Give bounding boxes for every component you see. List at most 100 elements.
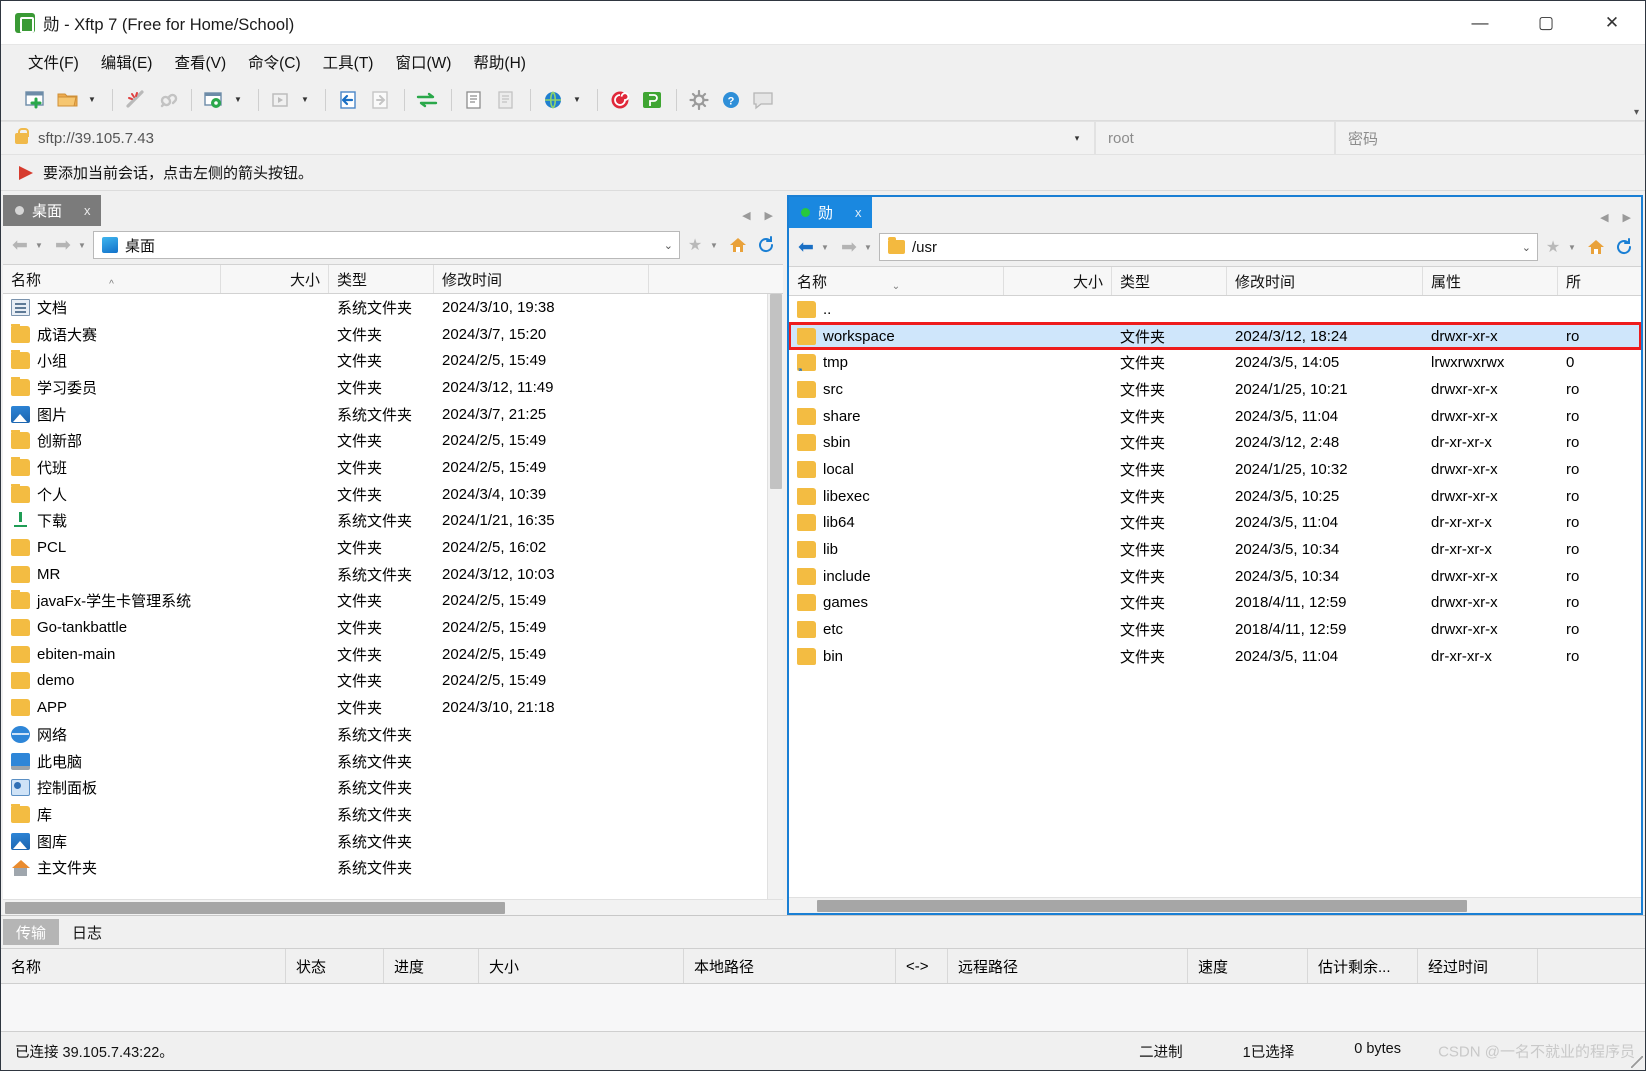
remote-home-icon[interactable] <box>1583 234 1609 260</box>
menu-window[interactable]: 窗口(W) <box>384 47 462 77</box>
local-vertical-scrollbar[interactable] <box>767 294 783 899</box>
remote-col-size[interactable]: 大小 <box>1004 267 1112 295</box>
link-icon[interactable] <box>152 85 182 115</box>
remote-tab-session[interactable]: 勋 x <box>789 197 872 228</box>
remote-col-attr[interactable]: 属性 <box>1423 267 1558 295</box>
transfer-col-header[interactable]: 经过时间 <box>1418 949 1538 983</box>
new-session-icon[interactable] <box>21 85 51 115</box>
table-row[interactable]: sbin 文件夹 2024/3/12, 2:48 dr-xr-xr-x ro <box>789 429 1641 456</box>
tab-scroll-left-icon[interactable]: ◀ <box>742 209 750 222</box>
local-path-chevron-icon[interactable]: ⌄ <box>664 239 673 252</box>
remote-back-icon[interactable]: ⬅ <box>793 234 819 260</box>
transfer-col-header[interactable]: 估计剩余... <box>1308 949 1418 983</box>
table-row[interactable]: lib 文件夹 2024/3/5, 10:34 dr-xr-xr-x ro <box>789 536 1641 563</box>
transfer-col-header[interactable]: 进度 <box>384 949 479 983</box>
menu-view[interactable]: 查看(V) <box>163 47 237 77</box>
remote-forward-caret[interactable]: ▼ <box>864 243 877 252</box>
table-row[interactable]: share 文件夹 2024/3/5, 11:04 drwxr-xr-x ro <box>789 403 1641 430</box>
local-col-type[interactable]: 类型 <box>329 265 434 293</box>
help-icon[interactable]: ? <box>716 85 746 115</box>
table-row[interactable]: Go-tankbattle 文件夹 2024/2/5, 15:49 <box>3 614 783 641</box>
local-refresh-icon[interactable] <box>753 232 779 258</box>
minimize-button[interactable]: — <box>1447 1 1513 44</box>
table-row[interactable]: local 文件夹 2024/1/25, 10:32 drwxr-xr-x ro <box>789 456 1641 483</box>
run-dropdown-caret[interactable]: ▼ <box>298 85 312 115</box>
table-row[interactable]: tmp 文件夹 2024/3/5, 14:05 lrwxrwxrwx 0 <box>789 349 1641 376</box>
transfer-col-header[interactable]: 名称 <box>1 949 286 983</box>
local-col-mtime[interactable]: 修改时间 <box>434 265 649 293</box>
table-row[interactable]: 图片 系统文件夹 2024/3/7, 21:25 <box>3 401 783 428</box>
menu-command[interactable]: 命令(C) <box>237 47 312 77</box>
table-row[interactable]: 网络 系统文件夹 <box>3 721 783 748</box>
local-col-size[interactable]: 大小 <box>221 265 329 293</box>
transfer-col-header[interactable]: 大小 <box>479 949 684 983</box>
table-row[interactable]: MR 系统文件夹 2024/3/12, 10:03 <box>3 561 783 588</box>
local-back-icon[interactable]: ⬅ <box>7 232 33 258</box>
transfer-col-header[interactable]: 远程路径 <box>948 949 1188 983</box>
close-button[interactable]: ✕ <box>1579 1 1645 44</box>
copy-icon[interactable] <box>459 85 489 115</box>
xshell-icon[interactable] <box>605 85 635 115</box>
maximize-button[interactable]: ▢ <box>1513 1 1579 44</box>
local-file-list[interactable]: 文档 系统文件夹 2024/3/10, 19:38 成语大赛 文件夹 2024/3/7, … <box>3 294 783 899</box>
remote-favorite-caret[interactable]: ▼ <box>1568 243 1581 252</box>
table-row[interactable]: 图库 系统文件夹 <box>3 828 783 855</box>
settings-gear-icon[interactable] <box>684 85 714 115</box>
table-row[interactable]: lib64 文件夹 2024/3/5, 11:04 dr-xr-xr-x ro <box>789 510 1641 537</box>
tab-log[interactable]: 日志 <box>59 919 115 945</box>
remote-forward-icon[interactable]: ➡ <box>836 234 862 260</box>
remote-hscroll-thumb[interactable] <box>817 900 1467 912</box>
table-row[interactable]: ebiten-main 文件夹 2024/2/5, 15:49 <box>3 641 783 668</box>
remote-col-mtime[interactable]: 修改时间 <box>1227 267 1423 295</box>
table-row[interactable]: 文档 系统文件夹 2024/3/10, 19:38 <box>3 294 783 321</box>
run-icon[interactable] <box>266 85 296 115</box>
table-row[interactable]: libexec 文件夹 2024/3/5, 10:25 drwxr-xr-x ro <box>789 483 1641 510</box>
table-row[interactable]: bin 文件夹 2024/3/5, 11:04 dr-xr-xr-x ro <box>789 643 1641 670</box>
open-folder-dropdown-caret[interactable]: ▼ <box>85 85 99 115</box>
local-tab-desktop[interactable]: 桌面 x <box>3 195 101 226</box>
transfer-col-header[interactable]: <-> <box>896 949 948 983</box>
remote-refresh-icon[interactable] <box>1611 234 1637 260</box>
remote-file-list[interactable]: .. workspace 文件夹 2024/3/12, 18:24 drwxr-xr-x… <box>789 296 1641 897</box>
menu-file[interactable]: 文件(F) <box>17 47 90 77</box>
table-row[interactable]: 主文件夹 系统文件夹 <box>3 854 783 881</box>
remote-tab-close-icon[interactable]: x <box>855 205 862 220</box>
table-row[interactable]: 库 系统文件夹 <box>3 801 783 828</box>
table-row[interactable]: 学习委员 文件夹 2024/3/12, 11:49 <box>3 374 783 401</box>
table-row[interactable]: include 文件夹 2024/3/5, 10:34 drwxr-xr-x ro <box>789 563 1641 590</box>
table-row[interactable]: 创新部 文件夹 2024/2/5, 15:49 <box>3 427 783 454</box>
username-input[interactable]: root <box>1095 121 1335 155</box>
disconnect-icon[interactable] <box>120 85 150 115</box>
transfer-col-header[interactable]: 速度 <box>1188 949 1308 983</box>
globe-dropdown-caret[interactable]: ▼ <box>570 85 584 115</box>
paste-icon[interactable] <box>491 85 521 115</box>
transfer-in-icon[interactable] <box>333 85 363 115</box>
table-row[interactable]: .. <box>789 296 1641 323</box>
menu-help[interactable]: 帮助(H) <box>462 47 537 77</box>
table-row[interactable]: APP 文件夹 2024/3/10, 21:18 <box>3 694 783 721</box>
host-dropdown-caret[interactable]: ▾ <box>1060 133 1094 144</box>
toolbar-overflow-caret[interactable]: ▾ <box>1634 107 1639 118</box>
tab-scroll-right-icon[interactable]: ▶ <box>1623 211 1631 224</box>
local-forward-caret[interactable]: ▼ <box>78 241 91 250</box>
tab-scroll-left-icon[interactable]: ◀ <box>1600 211 1608 224</box>
table-row[interactable]: 控制面板 系统文件夹 <box>3 774 783 801</box>
menu-tools[interactable]: 工具(T) <box>312 47 385 77</box>
local-favorite-caret[interactable]: ▼ <box>710 241 723 250</box>
local-back-caret[interactable]: ▼ <box>35 241 48 250</box>
table-row[interactable]: 成语大赛 文件夹 2024/3/7, 15:20 <box>3 321 783 348</box>
table-row[interactable]: workspace 文件夹 2024/3/12, 18:24 drwxr-xr-x ro <box>789 321 1641 351</box>
remote-favorite-star-icon[interactable]: ★ <box>1540 234 1566 260</box>
local-horizontal-scrollbar[interactable] <box>3 899 783 915</box>
table-row[interactable]: src 文件夹 2024/1/25, 10:21 drwxr-xr-x ro <box>789 376 1641 403</box>
table-row[interactable]: PCL 文件夹 2024/2/5, 16:02 <box>3 534 783 561</box>
local-hscroll-thumb[interactable] <box>5 902 505 914</box>
local-col-name[interactable]: 名称 ^ <box>3 265 221 293</box>
xftp-icon[interactable] <box>637 85 667 115</box>
local-tab-close-icon[interactable]: x <box>84 203 91 218</box>
table-row[interactable]: javaFx-学生卡管理系统 文件夹 2024/2/5, 15:49 <box>3 588 783 615</box>
transfer-file-icon[interactable] <box>365 85 395 115</box>
remote-back-caret[interactable]: ▼ <box>821 243 834 252</box>
session-settings-icon[interactable] <box>199 85 229 115</box>
local-path-input[interactable]: 桌面 ⌄ <box>93 231 680 259</box>
